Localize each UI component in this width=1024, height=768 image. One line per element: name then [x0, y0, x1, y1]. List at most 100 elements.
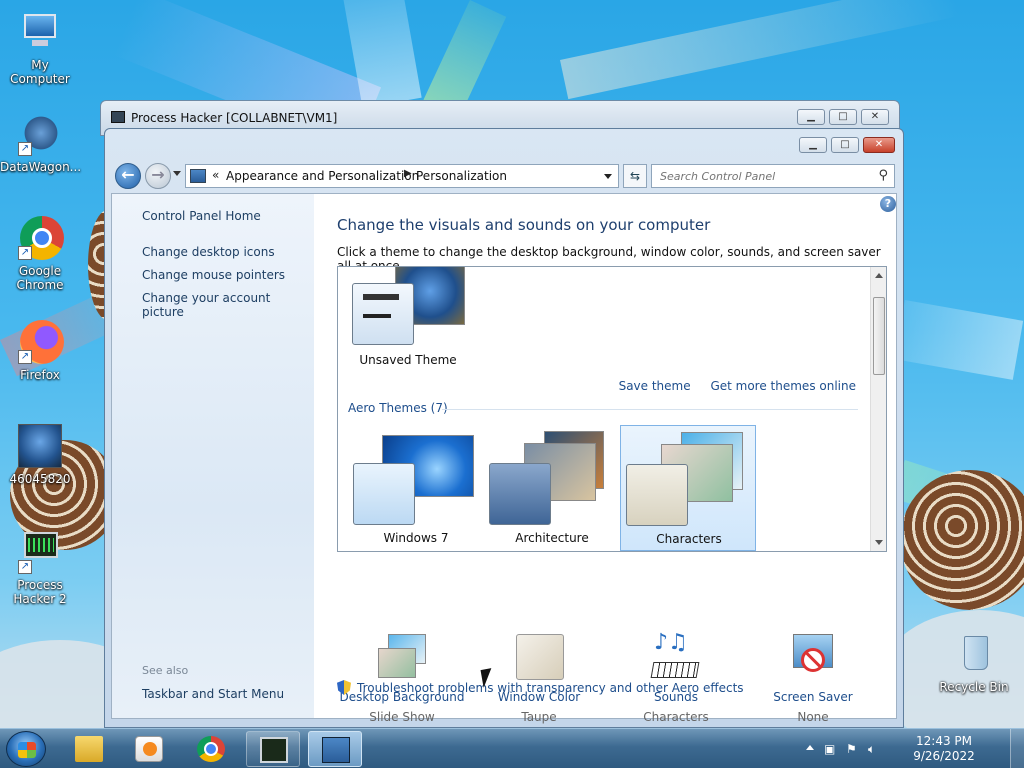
- close-button[interactable]: ✕: [863, 137, 895, 153]
- start-button[interactable]: [6, 731, 46, 767]
- sounds-setting[interactable]: ♪♫ Sounds Characters: [608, 630, 744, 724]
- desktop-background-setting[interactable]: Desktop Background Slide Show: [334, 634, 470, 724]
- breadcrumb-chevron[interactable]: «: [212, 168, 219, 182]
- recycle-bin-icon: [952, 632, 996, 676]
- change-account-picture-link[interactable]: Change your account picture: [142, 291, 314, 319]
- page-heading: Change the visuals and sounds on your co…: [337, 216, 711, 234]
- screen-saver-setting[interactable]: Screen Saver None: [745, 634, 881, 724]
- scroll-up-icon[interactable]: [875, 273, 883, 278]
- breadcrumb-personalization[interactable]: Personalization: [416, 169, 507, 183]
- troubleshoot-link[interactable]: Troubleshoot problems with transparency …: [337, 680, 744, 695]
- chrome-icon: ↗: [18, 216, 64, 260]
- desktop-icon-datawagon[interactable]: ↗ DataWagon...: [0, 112, 81, 174]
- change-mouse-pointers-link[interactable]: Change mouse pointers: [142, 268, 285, 282]
- address-dropdown-icon[interactable]: [604, 174, 612, 179]
- desktop-icon-my-computer[interactable]: My Computer: [0, 10, 80, 86]
- help-icon[interactable]: ?: [880, 196, 896, 212]
- theme-architecture[interactable]: Architecture: [484, 427, 620, 551]
- action-center-icon[interactable]: ⚑: [846, 742, 860, 756]
- address-bar[interactable]: « Appearance and Personalization ▶ Perso…: [185, 164, 619, 188]
- recent-pages-dropdown[interactable]: [173, 171, 181, 176]
- desktop-icon-google-chrome[interactable]: ↗ Google Chrome: [0, 216, 80, 292]
- minimize-button[interactable]: ▁: [797, 109, 825, 125]
- maximize-button[interactable]: □: [829, 109, 857, 125]
- sounds-icon: ♪♫: [648, 630, 704, 684]
- content-area: Control Panel Home Change desktop icons …: [111, 193, 897, 724]
- desktop-icon-image-file[interactable]: 46045820: [0, 424, 80, 486]
- search-icon[interactable]: ⚲: [878, 168, 888, 183]
- shortcut-arrow-icon: ↗: [18, 142, 32, 156]
- theme-window-color-swatch: [353, 463, 415, 525]
- desktop-icon-label: Google Chrome: [16, 264, 64, 292]
- personalization-window[interactable]: ▁ □ ✕ ← → « Appearance and Personalizati…: [104, 128, 904, 728]
- theme-window-color-swatch: [352, 283, 414, 345]
- theme-list-scrollbar[interactable]: [870, 267, 886, 551]
- get-more-themes-link[interactable]: Get more themes online: [710, 379, 856, 393]
- breadcrumb-appearance[interactable]: Appearance and Personalization: [226, 169, 419, 183]
- windows-logo-icon: [18, 742, 36, 758]
- volume-icon[interactable]: 🔈︎: [868, 742, 882, 756]
- turtle-illustration: [900, 470, 1024, 610]
- save-theme-link[interactable]: Save theme: [619, 379, 691, 393]
- theme-windows-7[interactable]: Windows 7: [348, 427, 484, 551]
- control-panel-home-link[interactable]: Control Panel Home: [142, 209, 261, 223]
- back-button[interactable]: ←: [115, 163, 141, 189]
- show-desktop-button[interactable]: [1010, 729, 1024, 768]
- desktop-icon-process-hacker[interactable]: ↗ Process Hacker 2: [0, 530, 80, 606]
- taskbar-media-player[interactable]: [122, 731, 176, 767]
- scrollbar-thumb[interactable]: [873, 297, 885, 375]
- control-panel-icon: [322, 737, 350, 763]
- folder-icon: [75, 736, 103, 762]
- clock-date: 9/26/2022: [913, 749, 975, 763]
- desktop-icon-label: Firefox: [20, 368, 60, 382]
- light-ray: [894, 300, 1024, 380]
- theme-unsaved[interactable]: Unsaved Theme: [340, 267, 476, 369]
- main-pane: ? Change the visuals and sounds on your …: [334, 194, 896, 724]
- control-panel-icon: [190, 169, 206, 183]
- taskbar-process-hacker[interactable]: [246, 731, 300, 767]
- theme-name: Windows 7: [383, 531, 449, 545]
- theme-actions: Save theme Get more themes online: [603, 379, 856, 393]
- setting-value: None: [797, 710, 829, 724]
- desktop-icon-recycle-bin[interactable]: Recycle Bin: [934, 632, 1014, 694]
- forward-button[interactable]: →: [145, 163, 171, 189]
- group-divider: [442, 409, 858, 410]
- window-color-icon: [511, 634, 567, 684]
- taskbar-control-panel[interactable]: [308, 731, 362, 767]
- close-button[interactable]: ✕: [861, 109, 889, 125]
- search-input[interactable]: [652, 165, 862, 187]
- breadcrumb-separator-icon[interactable]: ▶: [404, 168, 412, 179]
- troubleshoot-link-text[interactable]: Troubleshoot problems with transparency …: [357, 681, 744, 695]
- window-title: Process Hacker [COLLABNET\VM1]: [131, 111, 338, 125]
- theme-list[interactable]: Unsaved Theme Save theme Get more themes…: [337, 266, 887, 552]
- theme-characters[interactable]: Characters: [620, 425, 756, 551]
- taskbar: ▣ ⚑ 🔈︎ 12:43 PM 9/26/2022: [0, 728, 1024, 768]
- taskbar-explorer[interactable]: [62, 731, 116, 767]
- refresh-button[interactable]: ⇆: [623, 164, 647, 188]
- network-icon[interactable]: ▣: [824, 742, 838, 756]
- search-box[interactable]: ⚲: [651, 164, 895, 188]
- desktop-icon-label: 46045820: [9, 472, 71, 486]
- setting-value: Characters: [643, 710, 709, 724]
- aero-themes-heading: Aero Themes (7): [348, 401, 448, 415]
- setting-label[interactable]: Screen Saver: [745, 690, 881, 704]
- desktop-background-icon: [374, 634, 430, 684]
- desktop-icon-firefox[interactable]: ↗ Firefox: [0, 320, 80, 382]
- show-hidden-icons-icon[interactable]: [806, 745, 814, 750]
- maximize-button[interactable]: □: [831, 137, 859, 153]
- clock[interactable]: 12:43 PM 9/26/2022: [904, 734, 984, 764]
- minimize-button[interactable]: ▁: [799, 137, 827, 153]
- shortcut-arrow-icon: ↗: [18, 246, 32, 260]
- desktop-icon-label: Process Hacker 2: [13, 578, 67, 606]
- taskbar-chrome[interactable]: [184, 731, 238, 767]
- taskbar-start-menu-link[interactable]: Taskbar and Start Menu: [142, 687, 284, 701]
- firefox-icon: ↗: [18, 320, 64, 364]
- computer-icon: [18, 10, 62, 54]
- change-desktop-icons-link[interactable]: Change desktop icons: [142, 245, 275, 259]
- chrome-icon: [197, 736, 225, 762]
- shortcut-arrow-icon: ↗: [18, 560, 32, 574]
- scroll-down-icon[interactable]: [875, 540, 883, 545]
- desktop-icon-label: My Computer: [10, 58, 70, 86]
- uac-shield-icon: [337, 680, 351, 695]
- process-hacker-icon: [111, 111, 125, 123]
